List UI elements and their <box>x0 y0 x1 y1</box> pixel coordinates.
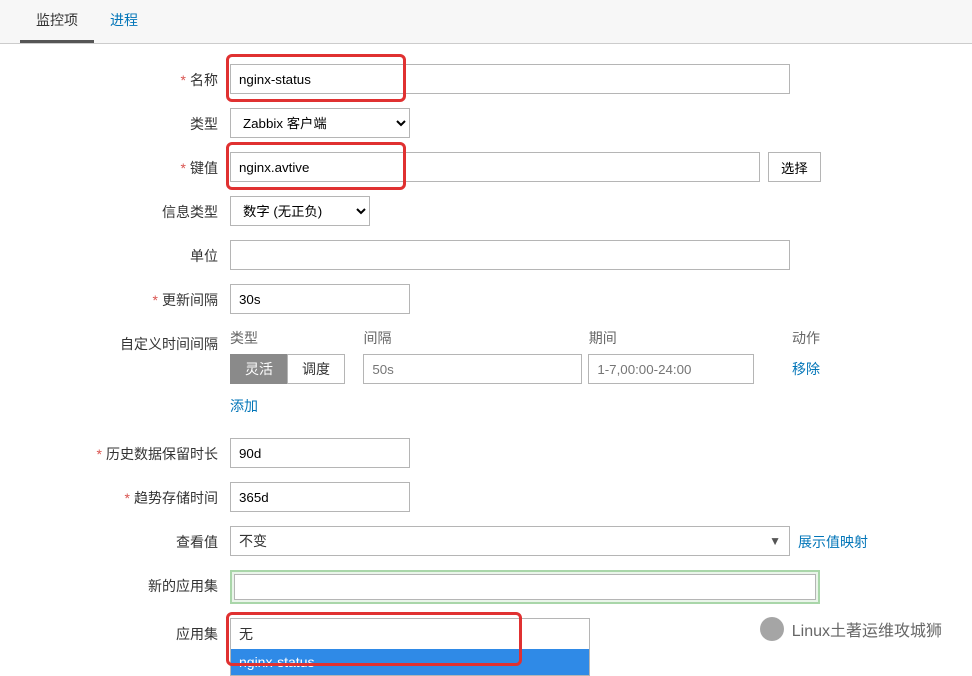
appset-listbox[interactable]: 无 nginx-status <box>230 618 590 676</box>
name-input[interactable] <box>230 64 790 94</box>
item-form: *名称 类型 Zabbix 客户端 *键值 选择 <box>0 44 972 676</box>
row-trends: *趋势存储时间 <box>30 482 942 512</box>
interval-input[interactable] <box>230 284 410 314</box>
show-value-mapping-link[interactable]: 展示值映射 <box>798 526 868 552</box>
appset-option-nginx-status[interactable]: nginx-status <box>231 649 589 675</box>
unit-input[interactable] <box>230 240 790 270</box>
label-view-value: 查看值 <box>30 526 230 552</box>
view-value-select[interactable]: 不变 ▼ <box>230 526 790 556</box>
row-new-appset: 新的应用集 <box>30 570 942 604</box>
label-appset: 应用集 <box>30 618 230 644</box>
custom-interval-table: 类型 间隔 期间 动作 灵活 调度 <box>230 328 820 416</box>
type-select[interactable]: Zabbix 客户端 <box>230 108 410 138</box>
label-trends: *趋势存储时间 <box>30 482 230 508</box>
row-name: *名称 <box>30 64 942 94</box>
chevron-down-icon: ▼ <box>769 534 781 548</box>
toggle-flexible[interactable]: 灵活 <box>230 354 287 384</box>
appset-option-none[interactable]: 无 <box>231 619 589 649</box>
view-value-text: 不变 <box>239 531 267 551</box>
col-type: 类型 <box>230 328 358 348</box>
new-appset-input[interactable] <box>234 574 816 600</box>
new-appset-wrap <box>230 570 820 604</box>
row-view-value: 查看值 不变 ▼ 展示值映射 <box>30 526 942 556</box>
key-select-button[interactable]: 选择 <box>768 152 821 182</box>
history-input[interactable] <box>230 438 410 468</box>
row-unit: 单位 <box>30 240 942 270</box>
row-history: *历史数据保留时长 <box>30 438 942 468</box>
label-key: *键值 <box>30 152 230 178</box>
add-interval-link[interactable]: 添加 <box>230 398 258 414</box>
trends-input[interactable] <box>230 482 410 512</box>
row-appset: 应用集 无 nginx-status <box>30 618 942 676</box>
label-interval: *更新间隔 <box>30 284 230 310</box>
label-type: 类型 <box>30 108 230 134</box>
col-period: 期间 <box>589 328 754 348</box>
key-input[interactable] <box>230 152 760 182</box>
col-interval: 间隔 <box>364 328 583 348</box>
custom-period-input[interactable] <box>588 354 754 384</box>
toggle-scheduling[interactable]: 调度 <box>287 354 345 384</box>
row-info-type: 信息类型 数字 (无正负) <box>30 196 942 226</box>
col-action: 动作 <box>760 328 820 348</box>
custom-interval-input[interactable] <box>363 354 582 384</box>
label-info-type: 信息类型 <box>30 196 230 222</box>
label-new-appset: 新的应用集 <box>30 570 230 596</box>
custom-interval-row: 灵活 调度 移除 <box>230 354 820 384</box>
label-history: *历史数据保留时长 <box>30 438 230 464</box>
row-type: 类型 Zabbix 客户端 <box>30 108 942 138</box>
remove-interval-link[interactable]: 移除 <box>760 359 820 379</box>
tab-process[interactable]: 进程 <box>94 0 154 43</box>
label-name: *名称 <box>30 64 230 90</box>
interval-type-toggle: 灵活 调度 <box>230 354 357 384</box>
label-custom-intervals: 自定义时间间隔 <box>30 328 230 354</box>
label-unit: 单位 <box>30 240 230 266</box>
tab-bar: 监控项 进程 <box>0 0 972 44</box>
row-custom-intervals: 自定义时间间隔 类型 间隔 期间 动作 灵活 调度 <box>30 328 942 416</box>
row-interval: *更新间隔 <box>30 284 942 314</box>
tab-items[interactable]: 监控项 <box>20 0 94 43</box>
row-key: *键值 选择 <box>30 152 942 182</box>
info-type-select[interactable]: 数字 (无正负) <box>230 196 370 226</box>
